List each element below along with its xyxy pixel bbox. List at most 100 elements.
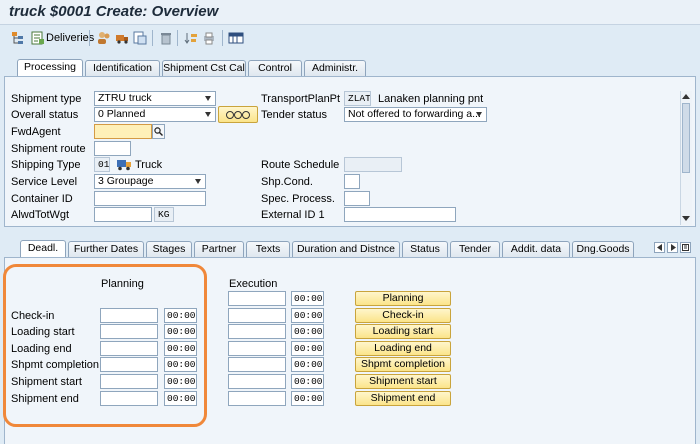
planning-check-in-time[interactable]: 00:00 [164,308,197,323]
execution-shipment-end-time[interactable]: 00:00 [291,391,324,406]
service-level-select[interactable]: 3 Groupage [94,174,206,189]
sort-icon[interactable] [183,30,199,46]
truck-icon [116,157,132,174]
shipment-route-input[interactable] [94,141,131,156]
delete-icon[interactable] [158,30,174,46]
transport-plan-pt-text: Lanaken planning pnt [378,93,484,105]
loading-end-label: Loading end [11,343,72,355]
tab-administration[interactable]: Administr. [304,60,366,76]
shipping-type-code[interactable]: 01 [94,157,110,172]
shipment-completion-label: Shpmt completion [11,359,100,371]
planning-button[interactable]: Planning [355,291,451,306]
scroll-thumb[interactable] [682,103,690,173]
scroll-up-arrow-icon[interactable] [682,94,690,99]
toolbar-separator [152,30,153,46]
document-flow-icon[interactable] [132,30,148,46]
deliveries-button[interactable]: Deliveries [46,32,94,44]
list-icon[interactable] [228,30,244,46]
route-schedule-input[interactable] [344,157,402,172]
fwd-agent-input[interactable] [94,124,152,139]
page-title: truck $0001 Create: Overview [9,3,219,20]
allowed-total-weight-label: AlwdTotWgt [11,209,70,221]
deliveries-icon[interactable] [30,30,46,46]
container-id-input[interactable] [94,191,206,206]
tab-scroll-right-button[interactable] [667,242,678,253]
planning-loading-start-date[interactable] [100,324,158,339]
planning-loading-end-date[interactable] [100,341,158,356]
tender-status-label: Tender status [261,109,328,121]
shipment-end-button[interactable]: Shipment end [355,391,451,406]
execution-loading-start-time[interactable]: 00:00 [291,324,324,339]
transport-plan-pt-code[interactable]: ZLAT [344,91,371,106]
planning-shipment-end-date[interactable] [100,391,158,406]
tab-identification[interactable]: Identification [85,60,160,76]
allowed-total-weight-input[interactable] [94,207,152,222]
tender-status-select[interactable]: Not offered to forwarding a... [344,107,487,122]
container-id-label: Container ID [11,193,73,205]
tab-processing[interactable]: Processing [17,59,83,76]
shipping-conditions-label: Shp.Cond. [261,176,313,188]
tab-shipment-cost-calc[interactable]: Shipment Cst Cal [162,60,246,76]
execution-shipment-completion-date[interactable] [228,357,286,372]
tab-list-icon [682,244,689,251]
tab-partner[interactable]: Partner [194,241,244,257]
shipment-start-button[interactable]: Shipment start [355,374,451,389]
tab-dangerous-goods[interactable]: Dng.Goods [572,241,634,257]
loading-end-button[interactable]: Loading end [355,341,451,356]
scroll-down-arrow-icon[interactable] [682,216,690,221]
planning-shipment-start-date[interactable] [100,374,158,389]
planning-check-in-date[interactable] [100,308,158,323]
shipment-end-label: Shipment end [11,393,79,405]
loading-start-button[interactable]: Loading start [355,324,451,339]
planning-shipment-completion-date[interactable] [100,357,158,372]
search-help-button[interactable] [152,124,165,139]
execution-check-in-date[interactable] [228,308,286,323]
tab-stages[interactable]: Stages [146,241,192,257]
planning-loading-start-time[interactable]: 00:00 [164,324,197,339]
tab-tender[interactable]: Tender [450,241,500,257]
status-details-button[interactable] [218,106,258,123]
hierarchy-icon[interactable] [10,30,26,46]
execution-shipment-start-date[interactable] [228,374,286,389]
tab-list-button[interactable] [680,242,691,253]
transport-plan-pt-label: TransportPlanPt [261,93,341,105]
execution-loading-end-time[interactable]: 00:00 [291,341,324,356]
tab-further-dates[interactable]: Further Dates [68,241,144,257]
execution-shipment-end-date[interactable] [228,391,286,406]
transport-icon[interactable] [114,30,130,46]
tab-deadlines[interactable]: Deadl. [20,240,66,257]
execution-planning-time[interactable]: 00:00 [291,291,324,306]
shipment-completion-button[interactable]: Shpmt completion [355,357,451,372]
special-process-input[interactable] [344,191,370,206]
print-icon[interactable] [201,30,217,46]
tab-additional-data[interactable]: Addit. data [502,241,570,257]
shipment-type-select[interactable]: ZTRU truck [94,91,216,106]
execution-loading-end-date[interactable] [228,341,286,356]
tab-scroll-left-button[interactable] [654,242,665,253]
tab-status[interactable]: Status [402,241,448,257]
execution-check-in-time[interactable]: 00:00 [291,308,324,323]
tab-duration-distance[interactable]: Duration and Distnce [292,241,400,257]
planning-loading-end-time[interactable]: 00:00 [164,341,197,356]
planning-shipment-completion-time[interactable]: 00:00 [164,357,197,372]
special-process-label: Spec. Process. [261,193,335,205]
planning-shipment-end-time[interactable]: 00:00 [164,391,197,406]
planning-shipment-start-time[interactable]: 00:00 [164,374,197,389]
partner-icon[interactable] [96,30,112,46]
execution-loading-start-date[interactable] [228,324,286,339]
execution-shipment-completion-time[interactable]: 00:00 [291,357,324,372]
execution-shipment-start-time[interactable]: 00:00 [291,374,324,389]
external-id-input[interactable] [344,207,456,222]
shipping-conditions-input[interactable] [344,174,360,189]
overall-status-select[interactable]: 0 Planned [94,107,216,122]
execution-planning-date[interactable] [228,291,286,306]
shipment-route-label: Shipment route [11,143,86,155]
weight-unit-field[interactable]: KG [154,207,174,222]
tab-texts[interactable]: Texts [246,241,290,257]
tab-control[interactable]: Control [248,60,302,76]
title-bar: truck $0001 Create: Overview [0,0,700,25]
loading-start-label: Loading start [11,326,75,338]
status-lights-icon [226,110,250,119]
check-in-button[interactable]: Check-in [355,308,451,323]
shipping-type-label: Shipping Type [11,159,81,171]
